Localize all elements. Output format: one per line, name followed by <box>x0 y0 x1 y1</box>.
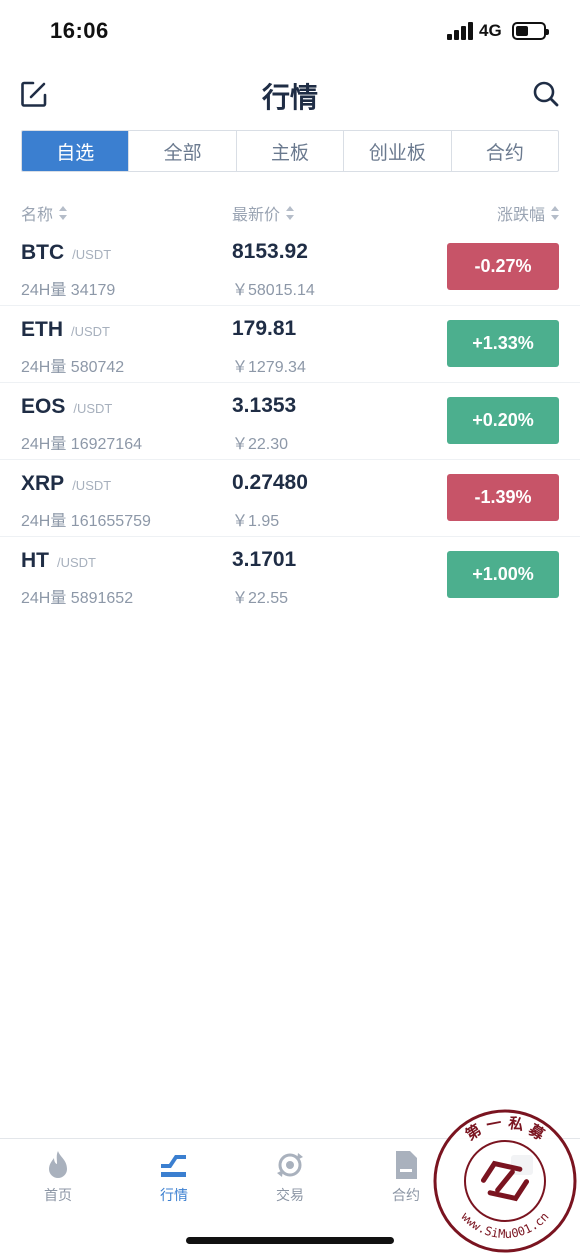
market-tabs: 自选 全部 主板 创业板 合约 <box>21 130 559 172</box>
search-icon[interactable] <box>532 80 560 108</box>
volume-24h: 24H量 5891652 <box>21 590 134 607</box>
last-price: 3.1701 <box>232 548 297 571</box>
market-row-ht[interactable]: HT/USDT 24H量 5891652 3.1701 ￥22.55 +1.00… <box>0 537 580 614</box>
market-list: BTC/USDT 24H量 34179 8153.92 ￥58015.14 -0… <box>0 229 580 614</box>
change-badge[interactable]: -0.27% <box>447 243 559 290</box>
sort-by-price[interactable]: 最新价 <box>232 201 295 225</box>
exchange-icon <box>277 1153 303 1177</box>
symbol-name: HT <box>21 549 49 572</box>
symbol-name: EOS <box>21 395 66 418</box>
contract-icon <box>396 1151 417 1179</box>
column-name-label: 名称 <box>21 207 54 224</box>
cny-price: ￥58015.14 <box>232 282 315 299</box>
sort-by-change[interactable]: 涨跌幅 <box>497 201 559 225</box>
network-label: 4G <box>479 21 502 40</box>
symbol: EOS/USDT <box>21 395 112 419</box>
symbol-name: BTC <box>21 241 65 264</box>
last-price: 0.27480 <box>232 471 308 494</box>
quote-currency: /USDT <box>71 324 110 339</box>
volume-24h: 24H量 34179 <box>21 282 116 299</box>
change-badge[interactable]: +0.20% <box>447 397 559 444</box>
page-title: 行情 <box>261 82 318 113</box>
symbol: ETH/USDT <box>21 318 110 342</box>
tab-watchlist[interactable]: 自选 <box>22 131 129 171</box>
column-price-label: 最新价 <box>232 207 281 224</box>
nav-trade[interactable]: 交易 <box>232 1149 348 1205</box>
status-bar: 16:06 4G <box>0 0 580 62</box>
cny-price: ￥22.55 <box>232 590 289 607</box>
symbol: XRP/USDT <box>21 472 111 496</box>
last-price: 179.81 <box>232 317 297 340</box>
nav-market[interactable]: 行情 <box>116 1149 232 1205</box>
quote-currency: /USDT <box>72 247 112 262</box>
quote-currency: /USDT <box>73 401 113 416</box>
tab-innovation-board[interactable]: 创业板 <box>343 131 450 171</box>
last-price: 8153.92 <box>232 240 308 263</box>
market-row-xrp[interactable]: XRP/USDT 24H量 161655759 0.27480 ￥1.95 -1… <box>0 460 580 537</box>
flame-icon <box>49 1151 67 1178</box>
change-badge[interactable]: +1.00% <box>447 551 559 598</box>
sort-by-name[interactable]: 名称 <box>21 201 68 225</box>
volume-24h: 24H量 16927164 <box>21 436 142 453</box>
cny-price: ￥22.30 <box>232 436 289 453</box>
watermark-stamp: 第 一 私 募 www.SiMu001.cn <box>433 1109 577 1253</box>
market-row-eth[interactable]: ETH/USDT 24H量 580742 179.81 ￥1279.34 +1.… <box>0 306 580 383</box>
nav-market-label: 行情 <box>160 1187 188 1203</box>
tab-contracts[interactable]: 合约 <box>450 131 558 171</box>
status-time: 16:06 <box>50 18 109 43</box>
volume-24h: 24H量 580742 <box>21 359 125 376</box>
sort-icon <box>551 206 559 220</box>
nav-home[interactable]: 首页 <box>0 1149 116 1205</box>
cny-price: ￥1.95 <box>232 513 280 530</box>
signal-icon <box>447 22 475 40</box>
last-price: 3.1353 <box>232 394 297 417</box>
change-badge[interactable]: -1.39% <box>447 474 559 521</box>
quote-currency: /USDT <box>57 555 96 570</box>
nav-trade-label: 交易 <box>276 1187 304 1203</box>
battery-icon <box>512 22 549 40</box>
market-row-btc[interactable]: BTC/USDT 24H量 34179 8153.92 ￥58015.14 -0… <box>0 229 580 306</box>
column-header: 名称 最新价 涨跌幅 <box>21 196 559 226</box>
sort-icon <box>59 206 68 220</box>
change-badge[interactable]: +1.33% <box>447 320 559 367</box>
app-header: 行情 <box>0 62 580 126</box>
symbol: HT/USDT <box>21 549 96 573</box>
market-icon <box>161 1155 186 1177</box>
symbol: BTC/USDT <box>21 241 111 265</box>
tab-all[interactable]: 全部 <box>128 131 235 171</box>
volume-24h: 24H量 161655759 <box>21 513 151 530</box>
column-change-label: 涨跌幅 <box>496 207 545 224</box>
symbol-name: XRP <box>21 472 65 495</box>
sort-icon <box>286 206 295 220</box>
market-row-eos[interactable]: EOS/USDT 24H量 16927164 3.1353 ￥22.30 +0.… <box>0 383 580 460</box>
symbol-name: ETH <box>21 318 63 341</box>
quote-currency: /USDT <box>72 478 112 493</box>
cny-price: ￥1279.34 <box>232 359 306 376</box>
home-indicator <box>186 1237 394 1244</box>
tab-main-board[interactable]: 主板 <box>235 131 343 171</box>
nav-home-label: 首页 <box>44 1187 72 1203</box>
